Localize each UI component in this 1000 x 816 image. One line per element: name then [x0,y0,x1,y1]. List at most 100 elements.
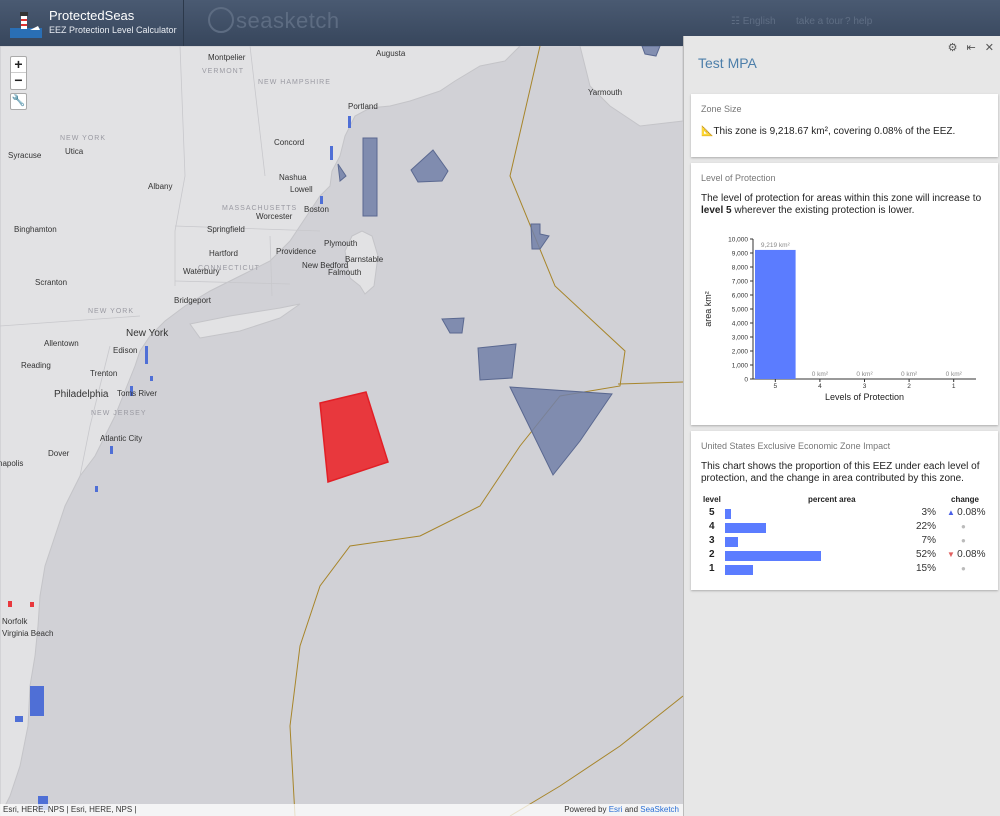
eez-boundary-line-east [617,381,683,385]
selected-zone-polygon[interactable] [319,391,389,484]
zoom-control: + − [10,56,27,90]
map-label-concord: Concord [274,138,305,147]
decrease-triangle-icon: ▼ [947,550,958,559]
bar-data-label: 9,219 km² [761,242,791,249]
eez-row-level: 1 [709,563,715,574]
panel-title: Test MPA [698,55,757,71]
no-change-dot-icon: ● [961,536,966,545]
zone-size-prefix: This zone is [713,126,770,137]
gear-icon[interactable]: ⚙ [948,42,958,54]
map-label-plymouth: Plymouth [324,239,358,248]
map-label-new-york-city: New York [126,328,169,339]
brand-title: ProtectedSeas [49,8,135,23]
bar-data-label: 0 km² [856,371,873,378]
eez-row-level: 3 [709,535,715,546]
y-tick-label: 0 [744,377,748,384]
map-canvas[interactable] [0,46,683,816]
eez-row-percent: 52% [915,549,936,560]
no-change-dot-icon: ● [961,522,966,531]
map-label-norfolk: Norfolk [2,617,28,626]
y-tick-label: 7,000 [732,279,749,286]
eez-row-level-1: 1 15% ● [701,563,991,576]
col-percent-header: percent area [808,495,856,504]
coastal-zone-marker [30,602,34,607]
mpa-polygon [410,149,449,183]
map-label-allentown: Allentown [44,339,79,348]
map-label-virginia-beach: Virginia Beach [2,629,54,638]
eez-row-change: ● [947,535,966,546]
map-view[interactable]: Montpelier VERMONT Augusta NEW HAMPSHIRE… [0,46,683,816]
map-label-utica: Utica [65,147,84,156]
map-label-trenton: Trenton [90,369,118,378]
map-label-vermont: VERMONT [202,68,244,75]
map-label-massachusetts: MASSACHUSETTS [222,205,298,212]
map-label-philadelphia: Philadelphia [54,389,109,400]
map-label-reading: Reading [21,361,51,370]
zoom-out-button[interactable]: − [11,73,26,89]
zone-size-heading: Zone Size [701,104,742,114]
eez-percent-bar [725,551,821,561]
tour-link[interactable]: take a tour [796,16,843,27]
map-attribution: Esri, HERE, NPS | Esri, HERE, NPS | Powe… [0,804,683,816]
esri-link[interactable]: Esri [609,805,623,814]
map-label-boston: Boston [304,205,329,214]
y-tick-label: 4,000 [732,321,749,328]
eez-row-percent: 15% [915,563,936,574]
header-divider [183,0,184,46]
help-link[interactable]: ? help [845,16,872,27]
collapse-icon[interactable]: ⇤ [967,42,976,54]
bar-data-label: 0 km² [946,371,963,378]
map-label-nashua: Nashua [279,173,307,182]
y-tick-label: 8,000 [732,265,749,272]
eez-percent-bar [725,565,753,575]
map-label-hartford: Hartford [209,249,238,258]
land-area [0,46,521,816]
eez-row-level-5: 5 3% ▲ 0.08% [701,507,991,520]
bar-data-label: 0 km² [812,371,829,378]
eez-percent-bar [725,523,766,533]
map-label-toms-river: Toms River [117,389,158,398]
lighthouse-logo-icon [10,12,42,38]
ruler-icon: 📐 [701,126,714,137]
level-of-protection-card: Level of Protection The level of protect… [691,163,998,425]
map-label-new-york-state-south: NEW YORK [88,308,134,315]
map-label-syracuse: Syracuse [8,151,42,160]
mpa-polygon [362,137,378,217]
x-axis-title: Levels of Protection [825,392,904,402]
map-label-albany: Albany [148,182,173,191]
zoom-in-button[interactable]: + [11,57,26,73]
bar-level-5 [755,249,796,379]
y-axis-title: area km² [703,291,713,327]
seasketch-wordmark: seasketch [236,8,340,33]
map-label-lowell: Lowell [290,185,313,194]
seasketch-link[interactable]: SeaSketch [640,805,679,814]
map-label-barnstable: Barnstable [345,255,384,264]
seasketch-logo[interactable]: seasketch [208,7,340,34]
map-label-providence: Providence [276,247,317,256]
no-change-dot-icon: ● [961,564,966,573]
eez-row-change: ● [947,563,966,574]
eez-row-change-value: 0.08% [957,507,986,518]
map-label-annapolis: napolis [0,459,24,468]
bar-data-label: 0 km² [901,371,918,378]
report-panel: Test MPA ⚙ ⇤ ✕ Zone Size 📐This zone is 9… [683,36,1000,816]
mpa-polygon [477,343,517,381]
y-tick-label: 3,000 [732,335,749,342]
col-change-header: change [951,495,980,504]
mpa-polygon [509,386,613,476]
powered-by-label: Powered by [564,805,607,814]
increase-triangle-icon: ▲ [947,508,958,517]
language-link[interactable]: ☷ English [731,16,776,27]
wrench-icon[interactable]: 🔧 [10,93,27,110]
panel-controls: ⚙ ⇤ ✕ [942,41,994,54]
y-tick-label: 5,000 [732,307,749,314]
eez-boundary-line-southeast [509,695,683,816]
x-tick-label: 5 [773,383,777,390]
map-label-scranton: Scranton [35,278,68,287]
close-icon[interactable]: ✕ [985,42,994,54]
map-label-waterbury: Waterbury [183,267,220,276]
map-label-dover: Dover [48,449,70,458]
seasketch-wave-icon [208,7,234,33]
eez-row-change-value: 0.08% [957,549,986,560]
wrench-glyph: 🔧 [11,95,26,107]
